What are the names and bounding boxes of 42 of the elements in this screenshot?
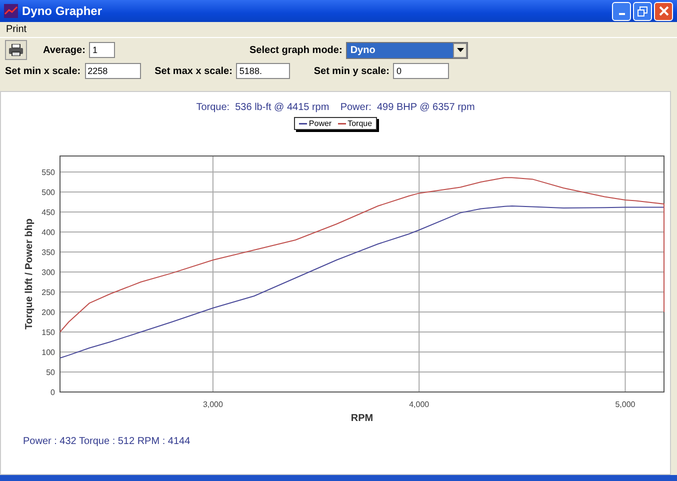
y-axis-title: Torque lbft / Power bhp	[24, 218, 34, 330]
y-tick-label: 550	[41, 168, 54, 177]
window-title: Dyno Grapher	[22, 4, 102, 18]
max-x-label: Set max x scale:	[154, 66, 232, 76]
y-tick-label: 150	[41, 328, 54, 337]
average-label: Average:	[43, 44, 86, 56]
min-x-field[interactable]: 2258	[84, 63, 141, 79]
legend-label: Power	[308, 119, 332, 128]
y-tick-label: 200	[41, 308, 54, 317]
x-axis-title: RPM	[350, 413, 373, 424]
app-icon	[4, 4, 18, 18]
y-tick-label: 100	[41, 348, 54, 357]
minimize-icon	[618, 13, 624, 15]
graph-mode-dropdown[interactable]: Dyno	[346, 42, 468, 58]
minimize-button[interactable]	[612, 2, 631, 20]
menu-item[interactable]: Print	[6, 24, 27, 35]
y-tick-label: 50	[46, 368, 54, 377]
y-tick-label: 250	[41, 288, 54, 297]
print-button[interactable]	[5, 40, 27, 60]
min-y-label: Set min y scale:	[314, 66, 390, 76]
y-tick-label: 450	[41, 208, 54, 217]
min-x-label: Set min x scale:	[5, 66, 81, 76]
close-button[interactable]	[654, 2, 673, 20]
y-tick-label: 300	[41, 268, 54, 277]
min-y-field[interactable]: 0	[393, 63, 450, 79]
y-tick-label: 500	[41, 188, 54, 197]
legend-label: Torque	[348, 119, 372, 128]
max-x-field[interactable]: 5188.	[236, 63, 290, 79]
x-tick-label: 4,000	[408, 400, 429, 409]
x-tick-label: 3,000	[202, 400, 222, 409]
y-tick-label: 350	[41, 248, 54, 257]
graph-mode-label: Select graph mode:	[250, 44, 342, 56]
printer-icon	[9, 44, 23, 56]
restore-button[interactable]	[633, 2, 652, 20]
close-icon	[658, 6, 668, 16]
peak-summary: Torque: 536 lb-ft @ 4415 rpm Power: 499 BHP @ 6357 rpm	[196, 102, 475, 113]
status-readout: Power : 432 Torque : 512 RPM : 4144	[23, 436, 190, 447]
average-field[interactable]: 1	[89, 42, 116, 58]
y-tick-label: 0	[50, 388, 54, 397]
x-tick-label: 5,000	[614, 400, 635, 409]
restore-icon	[637, 6, 648, 16]
y-tick-label: 400	[41, 228, 54, 237]
